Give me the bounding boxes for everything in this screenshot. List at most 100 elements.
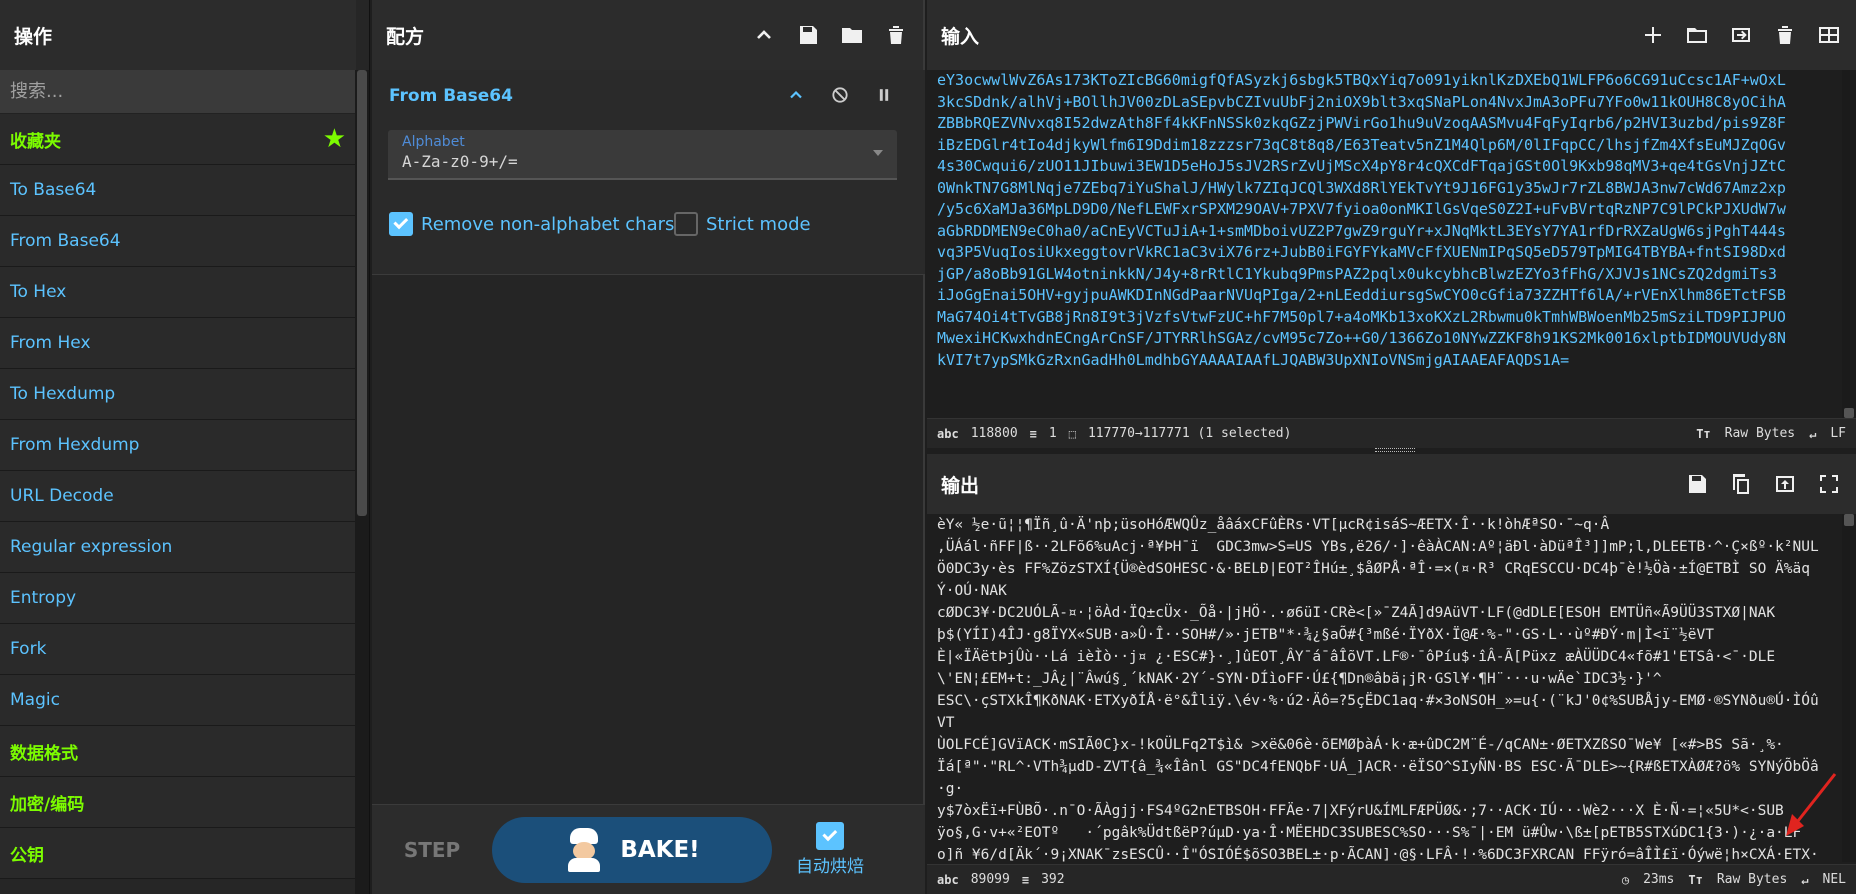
step-button[interactable]: STEP [372, 838, 492, 862]
output-textarea[interactable]: èY« ½e·ũ¦¦¶Ïñ¸û·Ä'nþ;üsoHóÆWQÛz_åâáxCFûÈ… [927, 514, 1842, 894]
output-line: þ$(YÍI)4ÎJ·g8ÏYX«SUB·a»Û·Î··SOH#/»·jETB"… [937, 627, 1714, 643]
io-panel: 输入 eY3ocwwlWvZ6As173KToZIcBG60migfQfASyz… [927, 0, 1856, 894]
input-header: 输入 [927, 0, 1856, 70]
auto-bake-toggle[interactable]: 自动烘焙 [796, 822, 864, 877]
strict-mode-option[interactable]: Strict mode [674, 212, 811, 236]
operation-item[interactable]: Entropy [0, 573, 356, 624]
operation-label: Fork [10, 639, 47, 659]
input-line: iBzEDGlr4tIo4djkyWlfm6I9Ddim18zzzsr73qC8… [937, 135, 1786, 154]
operation-label: From Base64 [10, 231, 121, 251]
auto-bake-checkbox[interactable] [816, 822, 844, 850]
output-line: ÿo§,G·v+«²EOTº ·´pgâk%ÜdtßëP?úµD·ya·Î·MË… [937, 825, 1802, 841]
maximise-output-icon[interactable] [1816, 471, 1842, 497]
operation-label: To Base64 [10, 180, 97, 200]
splitter-grip[interactable] [1375, 448, 1415, 452]
raw-bytes-icon[interactable]: Tт [1696, 427, 1710, 441]
output-length: 89099 [970, 872, 1010, 887]
output-mode[interactable]: Raw Bytes [1717, 872, 1787, 887]
eol-icon[interactable]: ↵ [1801, 873, 1808, 887]
operation-item[interactable]: Regular expression [0, 522, 356, 573]
operation-item[interactable]: URL Decode [0, 471, 356, 522]
lines-icon: ≡ [1021, 872, 1030, 887]
input-line: 3kcSDdnk/alhVj+BOllhJV00zDLaSEpvbCZIvuUb… [937, 92, 1786, 111]
save-recipe-icon[interactable] [795, 22, 821, 48]
selection-icon: ⬚ [1068, 426, 1076, 441]
output-line: Ïá[ª"·"RL^·VTh¾µdD-ZVT{â_¾«Îânl GS"DC4fE… [937, 759, 1819, 797]
operation-item[interactable]: To Hex [0, 267, 356, 318]
clear-input-trash-icon[interactable] [1772, 22, 1798, 48]
lines-icon: ≡ [1029, 426, 1037, 441]
operation-category[interactable]: 收藏夹 ★ [0, 114, 356, 165]
raw-bytes-icon[interactable]: Tт [1688, 873, 1702, 887]
input-textarea[interactable]: eY3ocwwlWvZ6As173KToZIcBG60migfQfASyzkj6… [927, 70, 1842, 418]
operation-item[interactable]: To Hexdump [0, 369, 356, 420]
input-line: eY3ocwwlWvZ6As173KToZIcBG60migfQfASyzkj6… [937, 71, 1786, 89]
recipe-panel: 配方 From Base64 Alphabet A-Za-z0-9+/= Rem… [372, 0, 925, 894]
output-text[interactable]: èY« ½e·ũ¦¦¶Ïñ¸û·Ä'nþ;üsoHóÆWQÛz_åâáxCFûÈ… [927, 514, 1842, 894]
input-length: 118800 [970, 426, 1018, 441]
input-line: kVI7t7ypSMkGzRxnGadHh0LmdhbGYAAAAIAAfLJQ… [937, 350, 1570, 369]
output-eol[interactable]: NEL [1823, 872, 1846, 887]
copy-output-icon[interactable] [1728, 471, 1754, 497]
scrollbar-thumb[interactable] [1844, 514, 1854, 526]
pause-breakpoint-icon[interactable] [871, 82, 897, 108]
length-icon: abc [937, 872, 959, 887]
remove-nonalpha-option[interactable]: Remove non-alphabet chars [389, 212, 674, 236]
chevron-up-icon[interactable] [783, 82, 809, 108]
operation-item[interactable]: From Hex [0, 318, 356, 369]
load-recipe-folder-icon[interactable] [839, 22, 865, 48]
strict-mode-checkbox[interactable] [674, 212, 698, 236]
collapse-all-icon[interactable] [751, 22, 777, 48]
operation-category[interactable]: 数据格式 [0, 726, 356, 777]
operation-item[interactable]: From Base64 [0, 216, 356, 267]
operations-header: 操作 [0, 0, 356, 70]
remove-nonalpha-checkbox[interactable] [389, 212, 413, 236]
output-lines: 392 [1041, 872, 1065, 887]
search-input[interactable] [10, 81, 346, 102]
bake-button[interactable]: BAKE! [492, 816, 772, 883]
bake-label: BAKE! [620, 836, 700, 863]
output-line: ,ÜÁál·ñFF|ß··2LFõ6%uAcj·ª¥ÞH¯ï GDC3mw>S=… [937, 539, 1819, 555]
reset-layout-icon[interactable] [1816, 22, 1842, 48]
operation-item[interactable]: From Hexdump [0, 420, 356, 471]
input-line: jGP/a8oBb91GLW4otninkkN/J4y+8rRtlC1Ykubq… [937, 264, 1777, 283]
input-line: MwexiHCKwxhdnECngArCnSF/JTYRRlhSGAz/cvM9… [937, 329, 1786, 347]
scrollbar-thumb[interactable] [357, 70, 367, 516]
output-line: y$7òxËï+FÙBÕ·.n¯O·ÃÀgjj·FS4ºG2nETBSOH·FF… [937, 803, 1784, 819]
operations-scrollbar[interactable] [355, 70, 369, 894]
operations-list: 收藏夹 ★ To Base64 From Base64 To Hex From Hex To… [0, 114, 356, 879]
operation-item[interactable]: Magic [0, 675, 356, 726]
alphabet-field[interactable]: Alphabet A-Za-z0-9+/= [388, 130, 897, 180]
operation-label: From Hex [10, 333, 91, 353]
operation-category[interactable]: 公钥 [0, 828, 356, 879]
operation-label: Regular expression [10, 537, 173, 557]
operation-item[interactable]: Fork [0, 624, 356, 675]
operations-search[interactable] [0, 70, 356, 114]
input-mode[interactable]: Raw Bytes [1725, 426, 1795, 441]
operation-item[interactable]: To Base64 [0, 165, 356, 216]
dropdown-caret-icon[interactable] [873, 150, 883, 156]
output-line: Ö0DC3y·ès FF%ZözSTXÍ{Ü®èdSOHESC·&·BELÐ|E… [937, 561, 1819, 599]
clear-recipe-trash-icon[interactable] [883, 22, 909, 48]
alphabet-value[interactable]: A-Za-z0-9+/= [402, 152, 883, 171]
disable-operation-icon[interactable] [827, 82, 853, 108]
operation-label: URL Decode [10, 486, 114, 506]
replace-input-with-output-icon[interactable] [1772, 471, 1798, 497]
open-folder-icon[interactable] [1684, 22, 1710, 48]
input-line: ZBBbRQEZVNvxq8I52dwzAth8Ff4kKFnNSSk0zkqG… [937, 114, 1786, 132]
recipe-operation-from-base64: From Base64 Alphabet A-Za-z0-9+/= Remove… [372, 70, 925, 275]
input-line: 0WnkTN7G8MlNqje7ZEbq7iYuShalJ/HWylk7ZIqJ… [937, 178, 1786, 197]
input-scrollbar[interactable] [1842, 70, 1856, 418]
operation-category[interactable]: 加密/编码 [0, 777, 356, 828]
input-text[interactable]: eY3ocwwlWvZ6As173KToZIcBG60migfQfASyzkj6… [927, 70, 1842, 371]
input-eol[interactable]: LF [1830, 426, 1846, 441]
operation-label: 数据格式 [10, 743, 78, 764]
scrollbar-thumb[interactable] [1844, 408, 1854, 418]
recipe-title: 配方 [386, 25, 425, 48]
favourite-star-icon[interactable]: ★ [323, 126, 346, 152]
open-file-input-icon[interactable] [1728, 22, 1754, 48]
add-tab-plus-icon[interactable] [1640, 22, 1666, 48]
save-output-icon[interactable] [1684, 471, 1710, 497]
output-scrollbar[interactable] [1842, 514, 1856, 862]
eol-icon[interactable]: ↵ [1809, 427, 1816, 441]
